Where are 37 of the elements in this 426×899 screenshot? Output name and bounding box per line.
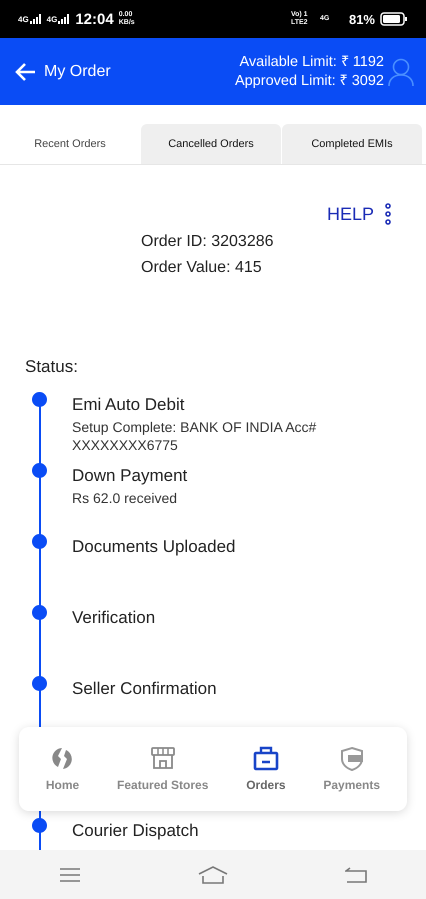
nav-tab[interactable]: Payments <box>323 746 380 792</box>
step-detail: Setup Complete: BANK OF INDIA Acc# XXXXXXXX6775 <box>72 418 318 454</box>
order-id: Order ID: 3203286 <box>141 232 275 252</box>
signal-icon <box>30 14 42 24</box>
tab[interactable]: Completed EMIs <box>282 124 422 164</box>
tab[interactable]: Cancelled Orders <box>141 124 281 164</box>
menu-icon <box>58 866 81 882</box>
battery-percent: 81% <box>348 12 375 26</box>
network-label: 4G <box>18 15 29 24</box>
back-arrow-icon <box>14 62 36 82</box>
storefront-icon <box>150 746 176 772</box>
step-title: Down Payment <box>72 465 188 487</box>
shopping-bag-icon <box>252 746 279 772</box>
step-title: Documents Uploaded <box>72 536 236 558</box>
help-link[interactable]: HELP <box>326 204 374 224</box>
nav-tab[interactable]: Home <box>46 746 80 792</box>
more-options-icon <box>384 203 392 225</box>
step-detail: Rs 62.0 received <box>72 489 178 507</box>
clock: 12:04 <box>75 10 114 28</box>
nav-tab[interactable]: Orders <box>246 746 286 792</box>
network-label: 4G <box>46 15 58 24</box>
nav-tab[interactable]: Featured Stores <box>117 746 208 792</box>
back-icon <box>345 866 368 882</box>
approved-limit: Approved Limit: ₹ 3092 <box>234 72 384 90</box>
status-label: Status: <box>24 357 79 377</box>
step-title: Seller Confirmation <box>72 678 217 700</box>
signal-icon <box>58 14 70 24</box>
home-icon <box>198 866 228 884</box>
profile-icon <box>388 58 414 86</box>
battery-icon <box>380 12 408 26</box>
page-title: My Order <box>44 62 111 80</box>
order-value: Order Value: 415 <box>141 258 263 278</box>
step-title: Verification <box>72 607 156 629</box>
shield-card-icon <box>338 746 365 772</box>
step-title: Emi Auto Debit <box>72 394 186 416</box>
available-limit: Available Limit: ₹ 1192 <box>238 52 384 72</box>
step-title: Courier Dispatch <box>72 820 199 842</box>
